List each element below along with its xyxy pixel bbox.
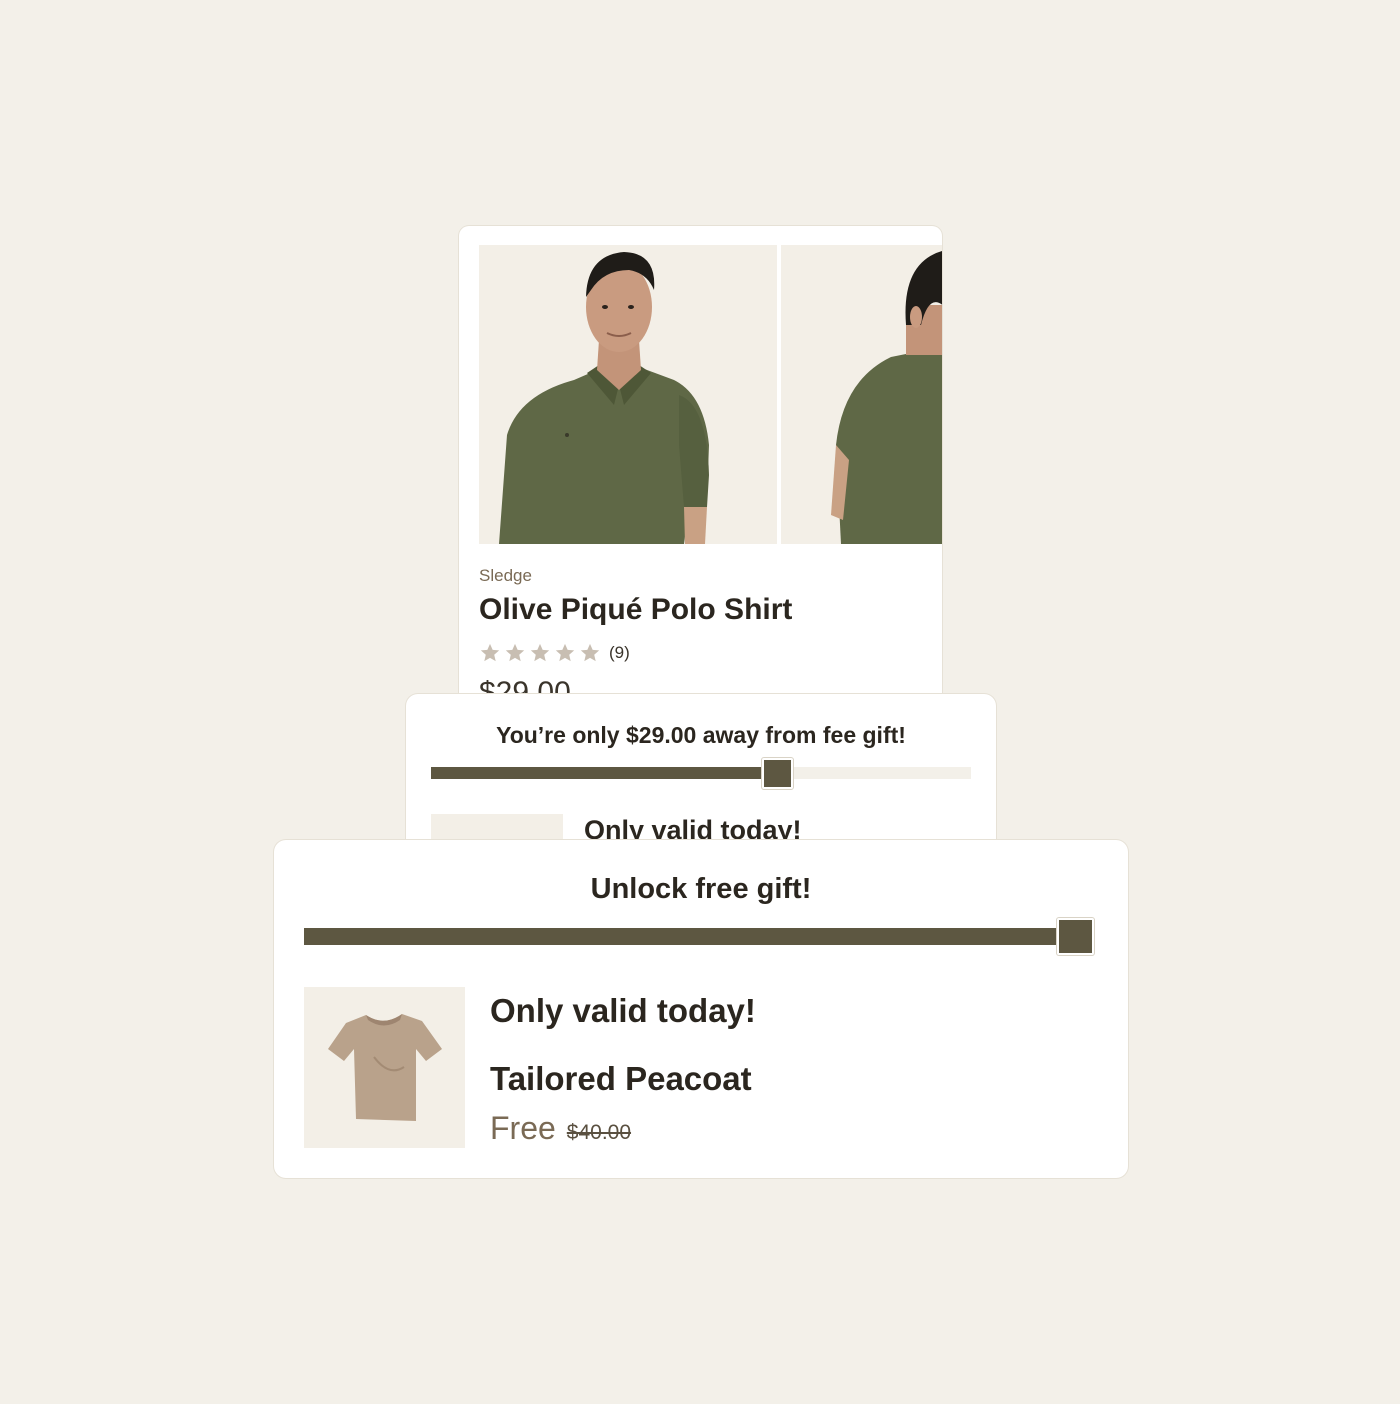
star-icon [504,642,526,664]
product-title[interactable]: Olive Piqué Polo Shirt [479,593,792,627]
product-price: $29.00 [479,676,571,696]
star-icon [479,642,501,664]
review-count[interactable]: (9) [609,643,630,663]
gift-progress-bar [431,758,971,789]
star-icon [529,642,551,664]
product-image-front[interactable] [479,245,777,544]
free-gift-progress-handle[interactable] [1057,918,1094,955]
product-gallery[interactable] [479,245,942,544]
product-rating[interactable]: (9) [479,642,630,664]
gift-progress-fill [431,767,777,779]
star-icon [554,642,576,664]
offer-valid-text: Only valid today! [490,992,756,1029]
gift-free-price: Free [490,1110,556,1146]
gift-progress-title: You’re only $29.00 away from fee gift! [496,722,906,748]
gift-progress-card: You’re only $29.00 away from fee gift! O… [406,694,996,864]
gift-product-name[interactable]: Tailored Peacoat [490,1060,752,1098]
tshirt-image [304,987,465,1148]
product-image-back[interactable] [781,245,942,544]
free-gift-progress-fill [304,928,1094,945]
free-gift-progress-bar [304,918,1094,955]
free-gift-title: Unlock free gift! [590,873,812,905]
product-brand[interactable]: Sledge [479,566,532,586]
star-icon [579,642,601,664]
gift-price: Free $40.00 [490,1110,631,1147]
gift-product-image[interactable] [304,987,465,1148]
gift-progress-handle[interactable] [761,758,793,789]
product-card[interactable]: Sledge Olive Piqué Polo Shirt (9) $29.00 [459,226,942,696]
free-gift-card: Unlock free gift! Only valid today! Tail… [274,840,1128,1178]
gift-original-price: $40.00 [566,1121,632,1144]
